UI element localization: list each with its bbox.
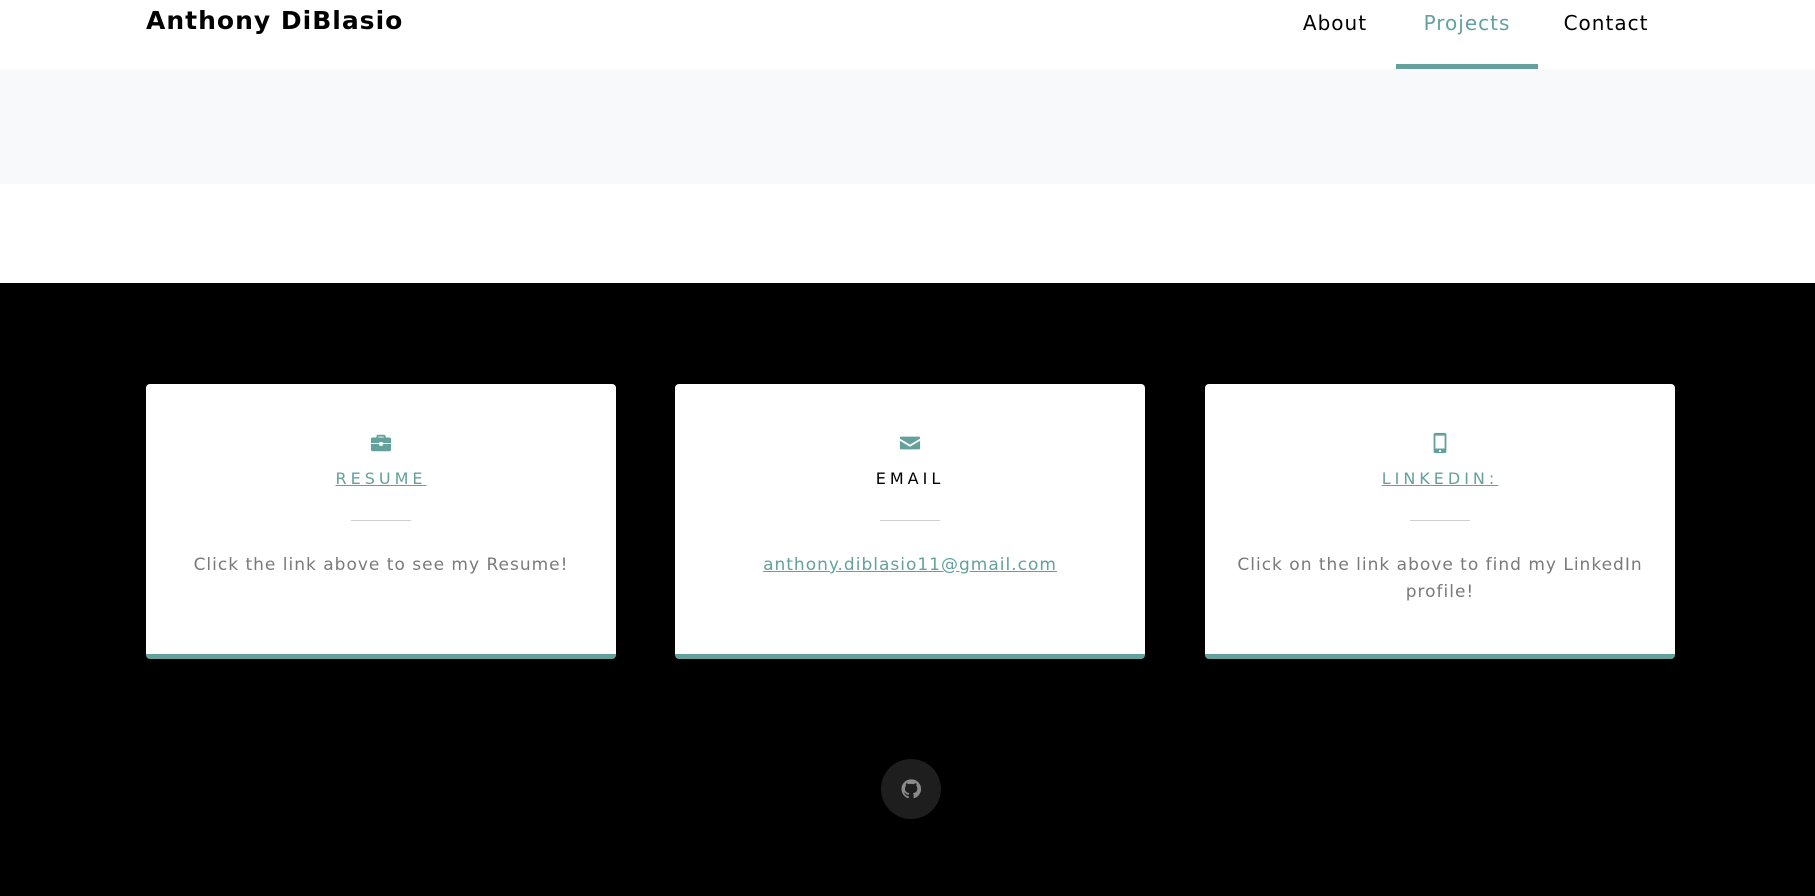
email-title-text: Email <box>875 469 945 488</box>
resume-link[interactable]: Resume <box>335 469 426 488</box>
linkedin-card: LinkedIn: Click on the link above to fin… <box>1205 384 1675 659</box>
email-card: Email anthony.diblasio11@gmail.com <box>675 384 1145 659</box>
divider <box>880 520 940 521</box>
resume-card: Resume Click the link above to see my Re… <box>146 384 616 659</box>
linkedin-description: Click on the link above to find my Linke… <box>1237 555 1643 602</box>
navbar: Anthony DiBlasio About Projects Contact <box>0 0 1815 69</box>
nav-projects[interactable]: Projects <box>1396 0 1538 69</box>
briefcase-icon <box>146 432 616 454</box>
divider <box>351 520 411 521</box>
email-description: anthony.diblasio11@gmail.com <box>705 552 1115 579</box>
github-button[interactable] <box>881 759 941 819</box>
resume-description: Click the link above to see my Resume! <box>193 555 569 575</box>
divider <box>1410 520 1470 521</box>
envelope-icon <box>675 432 1145 454</box>
nav-contact[interactable]: Contact <box>1555 0 1657 69</box>
github-icon <box>901 779 921 799</box>
email-link[interactable]: anthony.diblasio11@gmail.com <box>763 555 1057 575</box>
linkedin-title: LinkedIn: <box>1205 469 1675 488</box>
resume-title: Resume <box>146 469 616 488</box>
brand-link[interactable]: Anthony DiBlasio <box>146 6 403 35</box>
nav-about[interactable]: About <box>1290 0 1380 69</box>
mobile-phone-icon <box>1205 432 1675 454</box>
linkedin-link[interactable]: LinkedIn: <box>1382 469 1499 488</box>
email-title: Email <box>675 469 1145 488</box>
projects-section-band <box>0 69 1815 184</box>
